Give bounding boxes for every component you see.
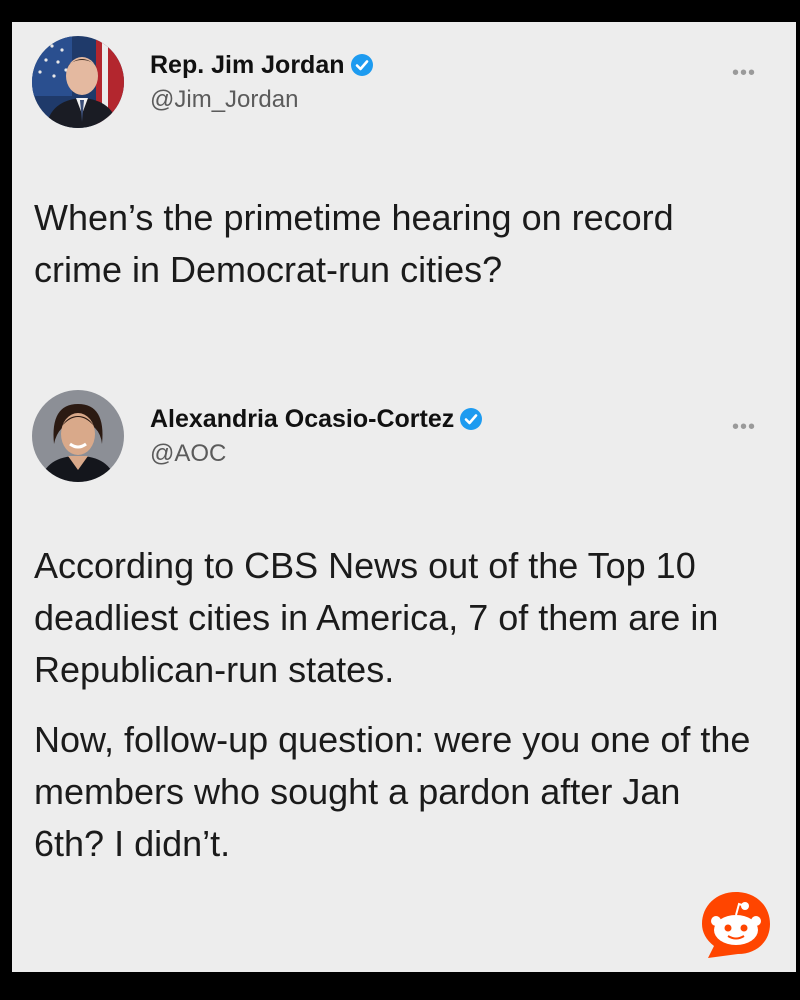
tweet-paragraph: Now, follow-up question: were you one of… <box>34 719 751 864</box>
tweet-2-text: According to CBS News out of the Top 10 … <box>34 540 754 870</box>
tweet-1-header: Rep. Jim Jordan @Jim_Jordan <box>32 36 373 128</box>
more-options-icon[interactable]: ••• <box>732 416 756 439</box>
screenshot-card: Rep. Jim Jordan @Jim_Jordan ••• When’s t… <box>12 22 796 972</box>
handle[interactable]: @Jim_Jordan <box>150 86 373 114</box>
aoc-avatar-image <box>32 390 124 482</box>
display-name[interactable]: Rep. Jim Jordan <box>150 51 345 80</box>
more-options-icon[interactable]: ••• <box>732 62 756 85</box>
avatar[interactable] <box>32 390 124 482</box>
jim-jordan-avatar-image <box>32 36 124 128</box>
tweet-2-header: Alexandria Ocasio-Cortez @AOC <box>32 390 483 482</box>
handle[interactable]: @AOC <box>150 440 482 468</box>
verified-badge-icon <box>350 54 373 76</box>
tweet-paragraph: When’s the primetime hearing on record c… <box>34 197 674 290</box>
verified-badge-icon <box>460 408 483 430</box>
reddit-logo-icon <box>698 888 774 964</box>
display-name[interactable]: Alexandria Ocasio-Cortez <box>150 405 454 434</box>
tweet-paragraph: According to CBS News out of the Top 10 … <box>34 545 719 690</box>
avatar[interactable] <box>32 36 124 128</box>
tweet-1-text: When’s the primetime hearing on record c… <box>34 192 754 296</box>
